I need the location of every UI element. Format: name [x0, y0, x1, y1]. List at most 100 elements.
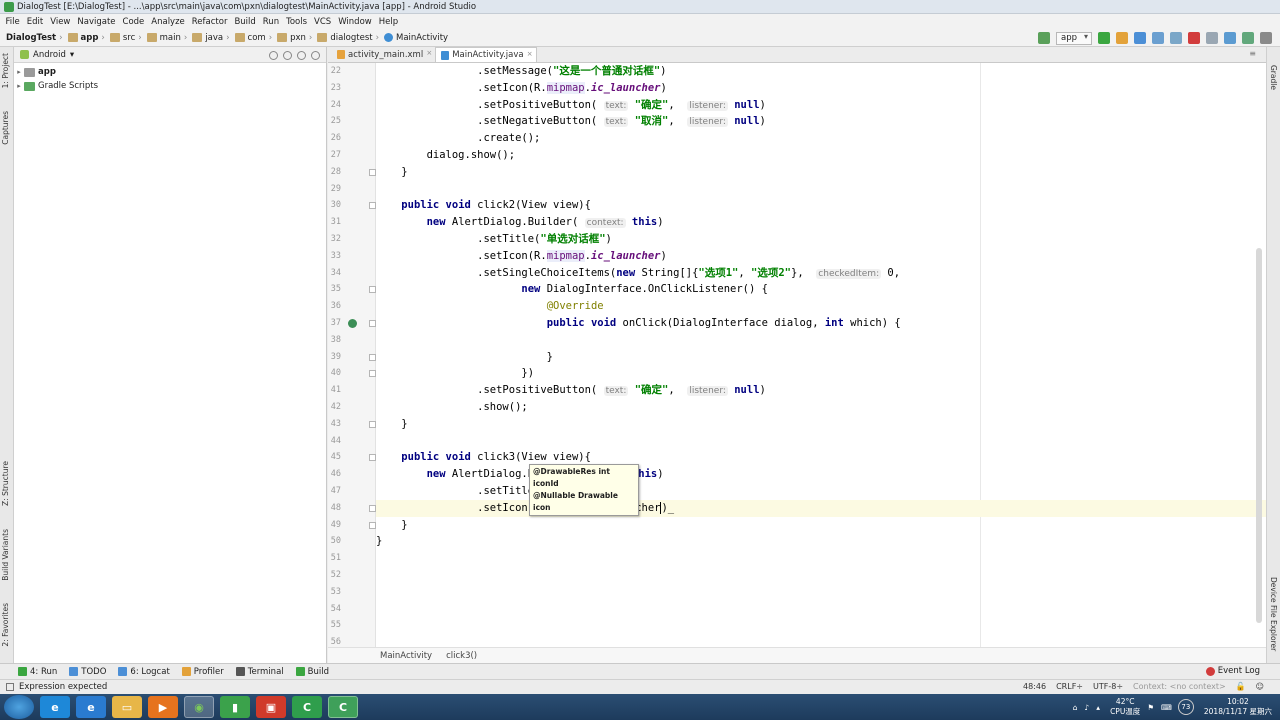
explorer-icon[interactable]: ▭: [112, 696, 142, 718]
tab-overflow-icon[interactable]: ≡: [1249, 49, 1256, 58]
edge-icon[interactable]: e: [76, 696, 106, 718]
profile-icon[interactable]: [1152, 32, 1164, 44]
avd-manager-icon[interactable]: [1224, 32, 1236, 44]
fold-marker-icon[interactable]: [369, 521, 376, 529]
menu-build[interactable]: Build: [231, 17, 259, 27]
code-line[interactable]: [376, 634, 1266, 647]
tool-window-build[interactable]: Build: [295, 667, 329, 677]
tool-window-run[interactable]: 4: Run: [18, 667, 57, 677]
expand-arrow-icon[interactable]: ▸: [14, 68, 24, 76]
tool-window-logcat[interactable]: 6: Logcat: [118, 667, 170, 677]
file-encoding[interactable]: UTF-8÷: [1093, 682, 1123, 691]
editor-tab[interactable]: MainActivity.java ×: [435, 47, 537, 62]
nav-crumb[interactable]: dialogtest ›: [315, 33, 382, 43]
chevron-up-icon[interactable]: ▴: [1096, 703, 1100, 712]
nav-crumb[interactable]: java ›: [190, 33, 232, 43]
sync-icon[interactable]: [1206, 32, 1218, 44]
code-line[interactable]: public void click3(View view){: [376, 449, 1266, 466]
caret-position[interactable]: 48:46: [1023, 682, 1046, 691]
clock[interactable]: 10:02 2018/11/17 星期六: [1204, 697, 1272, 717]
code-line[interactable]: .setPositiveButton( text: "确定", listener…: [376, 382, 1266, 399]
code-line[interactable]: }): [376, 365, 1266, 382]
volume-icon[interactable]: ♪: [1085, 703, 1090, 712]
tab-favorites[interactable]: 2: Favorites: [1, 603, 10, 647]
close-icon[interactable]: ×: [426, 49, 432, 57]
code-line[interactable]: new AlertDialog.Builder( context: this): [376, 466, 1266, 483]
menu-navigate[interactable]: Navigate: [74, 17, 119, 27]
menu-window[interactable]: Window: [335, 17, 376, 27]
nav-crumb[interactable]: com ›: [233, 33, 276, 43]
run-icon[interactable]: [1098, 32, 1110, 44]
code-line[interactable]: }: [376, 517, 1266, 534]
code-line[interactable]: [376, 601, 1266, 618]
android-studio-taskbar-icon[interactable]: ◉: [184, 696, 214, 718]
search-everywhere-icon[interactable]: [1260, 32, 1272, 44]
nav-crumb[interactable]: app ›: [66, 33, 108, 43]
network-icon[interactable]: ⌂: [1073, 703, 1078, 712]
apply-changes-icon[interactable]: [1116, 32, 1128, 44]
tray-keyboard-icon[interactable]: ⌨: [1161, 703, 1172, 712]
fold-marker-icon[interactable]: [369, 168, 376, 176]
tab-device-file-explorer[interactable]: Device File Explorer: [1269, 577, 1278, 651]
code-line[interactable]: }: [376, 416, 1266, 433]
menu-help[interactable]: Help: [375, 17, 401, 27]
menu-analyze[interactable]: Analyze: [148, 17, 189, 27]
fold-marker-icon[interactable]: [369, 320, 376, 327]
fold-marker-icon[interactable]: [369, 504, 376, 512]
menu-view[interactable]: View: [47, 17, 74, 27]
nav-crumb[interactable]: main ›: [145, 33, 191, 43]
code-line[interactable]: public void onClick(DialogInterface dial…: [376, 315, 1266, 332]
fold-marker-icon[interactable]: [369, 202, 376, 210]
code-line[interactable]: [376, 550, 1266, 567]
code-line[interactable]: .setTitle("多选对话框"): [376, 483, 1266, 500]
tab-structure[interactable]: Z: Structure: [1, 461, 10, 506]
code-line[interactable]: .setMessage("这是一个普通对话框"): [376, 63, 1266, 80]
code-line[interactable]: public void click2(View view){: [376, 197, 1266, 214]
start-button[interactable]: [4, 695, 34, 719]
code-line[interactable]: new AlertDialog.Builder( context: this): [376, 214, 1266, 231]
code-line[interactable]: @Override: [376, 298, 1266, 315]
stop-icon[interactable]: [1188, 32, 1200, 44]
code-line[interactable]: .create();: [376, 130, 1266, 147]
lock-icon[interactable]: 🔓: [1236, 682, 1246, 691]
tool-window-terminal[interactable]: Terminal: [235, 667, 284, 677]
tree-item[interactable]: ▸ Gradle Scripts: [14, 79, 326, 93]
breadcrumb-method[interactable]: click3(): [446, 651, 477, 661]
expand-arrow-icon[interactable]: ▸: [14, 82, 24, 90]
tab-project[interactable]: 1: Project: [1, 53, 10, 88]
code-line[interactable]: .setIcon(R.mipmap.ic_launcher): [376, 248, 1266, 265]
code-area[interactable]: .setMessage("这是一个普通对话框") .setIcon(R.mipm…: [376, 63, 1266, 647]
menu-vcs[interactable]: VCS: [311, 17, 335, 27]
code-line[interactable]: }: [376, 164, 1266, 181]
code-line[interactable]: .setIcon(R.mipmap.ic_launcher): [376, 80, 1266, 97]
editor-scrollbar[interactable]: [1256, 63, 1262, 647]
tab-gradle[interactable]: Gradle: [1269, 65, 1278, 90]
camtasia-icon[interactable]: C: [292, 696, 322, 718]
event-log-button[interactable]: Event Log: [1205, 666, 1260, 676]
code-line[interactable]: .setNegativeButton( text: "取消", listener…: [376, 113, 1266, 130]
collapse-all-icon[interactable]: [283, 51, 292, 60]
menu-code[interactable]: Code: [119, 17, 148, 27]
tool-window-profiler[interactable]: Profiler: [181, 667, 224, 677]
sdk-manager-icon[interactable]: [1242, 32, 1254, 44]
breadcrumb-class[interactable]: MainActivity: [380, 651, 432, 661]
nav-crumb[interactable]: pxn ›: [275, 33, 315, 43]
nav-crumb[interactable]: src ›: [108, 33, 145, 43]
project-view-mode[interactable]: Android: [33, 50, 66, 60]
tab-build-variants[interactable]: Build Variants: [1, 529, 10, 581]
attach-debugger-icon[interactable]: [1170, 32, 1182, 44]
debug-icon[interactable]: [1134, 32, 1146, 44]
nav-crumb[interactable]: DialogTest ›: [6, 33, 66, 43]
close-icon[interactable]: ×: [527, 50, 533, 58]
nav-crumb[interactable]: MainActivity: [382, 33, 448, 43]
chevron-down-icon[interactable]: ▾: [70, 50, 74, 60]
fold-marker-icon[interactable]: [369, 454, 376, 462]
code-line[interactable]: [376, 332, 1266, 349]
fold-marker-icon[interactable]: [369, 420, 376, 428]
ie-icon[interactable]: e: [40, 696, 70, 718]
tree-item[interactable]: ▸ app: [14, 65, 326, 79]
tab-captures[interactable]: Captures: [1, 111, 10, 145]
sync-target-icon[interactable]: [269, 51, 278, 60]
code-line[interactable]: }: [376, 349, 1266, 366]
tray-badge[interactable]: 73: [1177, 699, 1194, 715]
